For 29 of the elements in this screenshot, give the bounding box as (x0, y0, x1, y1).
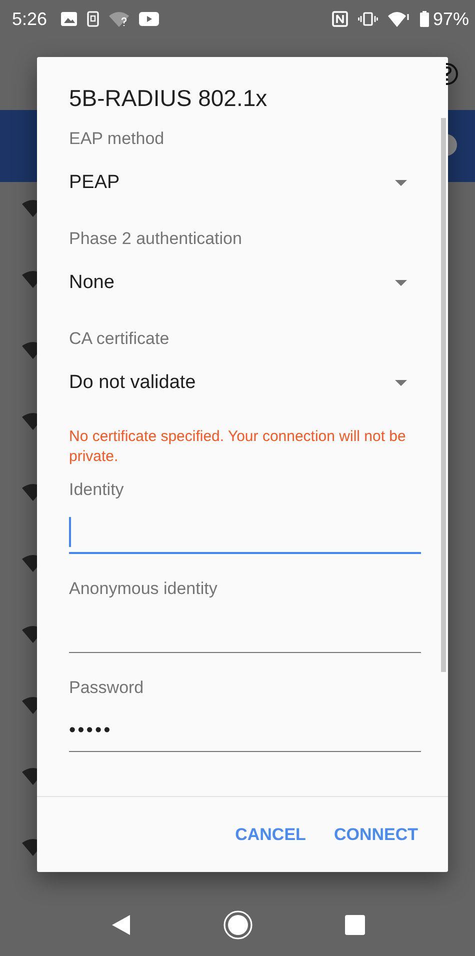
field-label: Identity (69, 479, 125, 501)
help-icon (446, 62, 459, 86)
field-label: Phase 2 authentication (69, 228, 243, 250)
wifi-question-icon (109, 11, 130, 27)
status-time: 5:26 (12, 8, 48, 30)
vibrate-icon (358, 12, 378, 26)
phone-icon (87, 11, 100, 27)
dropdown-caret-icon (395, 380, 407, 386)
field-label: CA certificate (69, 328, 170, 350)
field-label: EAP method (69, 128, 166, 150)
input-field[interactable]: ••••• (69, 700, 421, 752)
dropdown[interactable]: None (69, 251, 421, 315)
home-icon[interactable] (222, 910, 252, 940)
back-icon[interactable] (110, 914, 130, 936)
dropdown[interactable]: PEAP (69, 151, 421, 215)
battery-icon (420, 11, 429, 27)
field-label: Anonymous identity (69, 578, 218, 600)
dropdown[interactable]: Do not validate (69, 351, 421, 415)
wifi-icon (388, 11, 410, 27)
warning-text: No certificate specified. Your connection will not be private. (69, 427, 407, 467)
nfc-icon (332, 11, 348, 27)
dialog-title: 5B-RADIUS 802.1x (69, 84, 268, 113)
recents-icon[interactable] (344, 915, 364, 935)
image-icon (61, 12, 78, 26)
dropdown-caret-icon (395, 280, 407, 286)
dropdown-caret-icon (395, 180, 407, 186)
field-label: Password (69, 677, 145, 699)
battery-percent: 97% (432, 8, 469, 30)
play-icon (139, 12, 160, 26)
